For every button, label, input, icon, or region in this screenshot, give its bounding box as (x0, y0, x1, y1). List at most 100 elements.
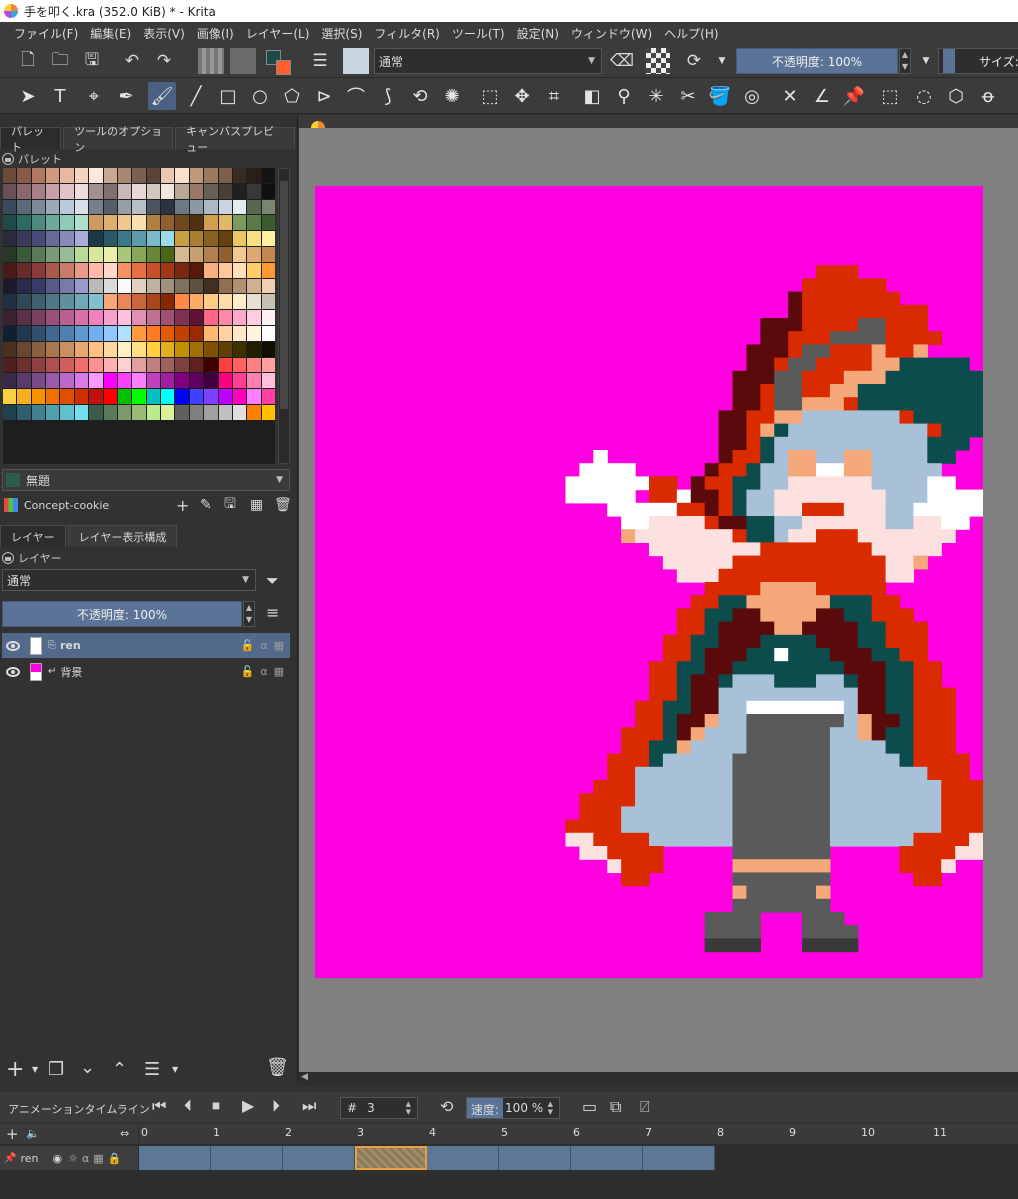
palette-set-name[interactable]: Concept-cookie (24, 499, 109, 512)
palette-swatch[interactable] (74, 183, 89, 199)
palette-swatch[interactable] (31, 231, 46, 246)
move-tool-icon[interactable]: ✥ (508, 82, 536, 110)
palette-swatch[interactable] (146, 373, 161, 389)
palette-swatch[interactable] (31, 310, 46, 325)
layer-properties-icon[interactable]: ☰ (144, 1059, 160, 1080)
palette-swatch[interactable] (261, 310, 275, 325)
palette-swatch[interactable] (89, 341, 103, 357)
palette-swatch[interactable] (146, 404, 161, 420)
palette-swatch[interactable] (204, 294, 218, 310)
palette-swatch[interactable] (132, 404, 146, 420)
chevron-down-icon[interactable]: ▼ (172, 1065, 178, 1074)
palette-swatch[interactable] (232, 373, 247, 389)
select-shapes-icon[interactable]: ➤ (14, 82, 42, 110)
palette-swatch[interactable] (117, 294, 132, 310)
polygon-tool-icon[interactable]: ⬠ (278, 82, 306, 110)
palette-swatch[interactable] (261, 215, 275, 231)
palette-swatch[interactable] (175, 325, 189, 341)
lock-icon[interactable] (2, 552, 14, 564)
stop-icon[interactable]: ⏹ (212, 1096, 220, 1116)
canvas-horizontal-scrollbar[interactable]: ◀ (299, 1072, 1018, 1085)
palette-swatch[interactable] (146, 231, 161, 246)
palette-swatch[interactable] (146, 357, 161, 373)
palette-swatch[interactable] (146, 215, 161, 231)
palette-swatch[interactable] (132, 278, 146, 294)
palette-swatch[interactable] (132, 294, 146, 310)
palette-swatch[interactable] (132, 341, 146, 357)
palette-swatch[interactable] (218, 231, 232, 246)
lock-icon[interactable]: 🔓 (241, 639, 255, 652)
palette-swatch[interactable] (218, 278, 232, 294)
palette-swatch[interactable] (175, 310, 189, 325)
palette-swatch[interactable] (232, 341, 247, 357)
palette-swatch[interactable] (261, 278, 275, 294)
palette-swatch[interactable] (3, 183, 17, 199)
palette-swatch[interactable] (204, 246, 218, 262)
background-color[interactable] (276, 60, 291, 75)
palette-swatch[interactable] (146, 183, 161, 199)
palette-swatch[interactable] (247, 262, 261, 278)
palette-swatch[interactable] (46, 215, 60, 231)
palette-swatch[interactable] (60, 325, 74, 341)
palette-swatch[interactable] (146, 246, 161, 262)
canvas-area[interactable] (299, 128, 1018, 1072)
menu-item-9[interactable]: ウィンドウ(W) (565, 25, 658, 42)
docker-tab-2[interactable]: キャンバスプレビュー (175, 125, 295, 154)
palette-swatch[interactable] (132, 325, 146, 341)
palette-swatch[interactable] (175, 404, 189, 420)
palette-swatch[interactable] (3, 246, 17, 262)
palette-swatch[interactable] (247, 325, 261, 341)
inherit-alpha-icon[interactable]: ▦ (274, 665, 284, 678)
palette-swatch[interactable] (261, 357, 275, 373)
palette-swatch[interactable] (204, 168, 218, 183)
palette-swatch[interactable] (161, 404, 175, 420)
palette-swatch[interactable] (146, 199, 161, 215)
rectangle-tool-icon[interactable]: □ (214, 82, 242, 110)
trash-icon[interactable]: 🗑 (274, 497, 292, 513)
palette-swatch[interactable] (161, 389, 175, 404)
palette-swatch[interactable] (31, 262, 46, 278)
palette-swatch[interactable] (261, 389, 275, 404)
onion-skin-options-icon[interactable]: ⧉ (610, 1097, 621, 1117)
palette-swatch[interactable] (132, 389, 146, 404)
palette-swatch[interactable] (74, 373, 89, 389)
onion-skin-track-icon[interactable]: ☼ (68, 1152, 78, 1165)
palette-swatch[interactable] (117, 183, 132, 199)
transform-handle[interactable] (972, 696, 983, 707)
palette-swatch[interactable] (103, 215, 117, 231)
palette-swatch[interactable] (103, 168, 117, 183)
palette-swatch[interactable] (247, 246, 261, 262)
alpha-lock-icon[interactable]: α (260, 639, 267, 652)
palette-swatch[interactable] (60, 310, 74, 325)
pattern-preset-icon[interactable] (230, 48, 256, 74)
palette-swatch[interactable] (74, 357, 89, 373)
open-folder-icon[interactable]: 🗀 (48, 50, 72, 72)
palette-swatch[interactable] (261, 199, 275, 215)
ellipse-tool-icon[interactable]: ○ (246, 82, 274, 110)
palette-swatch[interactable] (218, 246, 232, 262)
palette-swatch[interactable] (31, 357, 46, 373)
palette-swatch[interactable] (146, 310, 161, 325)
palette-swatch[interactable] (175, 357, 189, 373)
palette-swatch[interactable] (17, 310, 31, 325)
palette-swatch[interactable] (60, 404, 74, 420)
palette-swatch[interactable] (232, 357, 247, 373)
palette-swatch[interactable] (89, 262, 103, 278)
palette-swatch[interactable] (204, 262, 218, 278)
palette-swatch[interactable] (74, 325, 89, 341)
palette-swatch[interactable] (31, 199, 46, 215)
palette-swatch[interactable] (60, 215, 74, 231)
palette-swatch[interactable] (189, 310, 204, 325)
palette-swatch[interactable] (46, 310, 60, 325)
crop-tool-icon[interactable]: ⌗ (540, 82, 568, 110)
timeline-track-header[interactable]: 📌 ren ◉ ☼ α ▦ 🔒 (0, 1146, 138, 1170)
playback-speed-field[interactable]: 速度: 100 % ▲ ▼ (466, 1097, 560, 1119)
canvas[interactable] (315, 186, 983, 978)
palette-swatch[interactable] (17, 294, 31, 310)
palette-swatch[interactable] (46, 341, 60, 357)
palette-swatch[interactable] (175, 168, 189, 183)
palette-swatch[interactable] (74, 310, 89, 325)
palette-swatch[interactable] (31, 341, 46, 357)
palette-swatch[interactable] (132, 231, 146, 246)
palette-swatch[interactable] (218, 183, 232, 199)
